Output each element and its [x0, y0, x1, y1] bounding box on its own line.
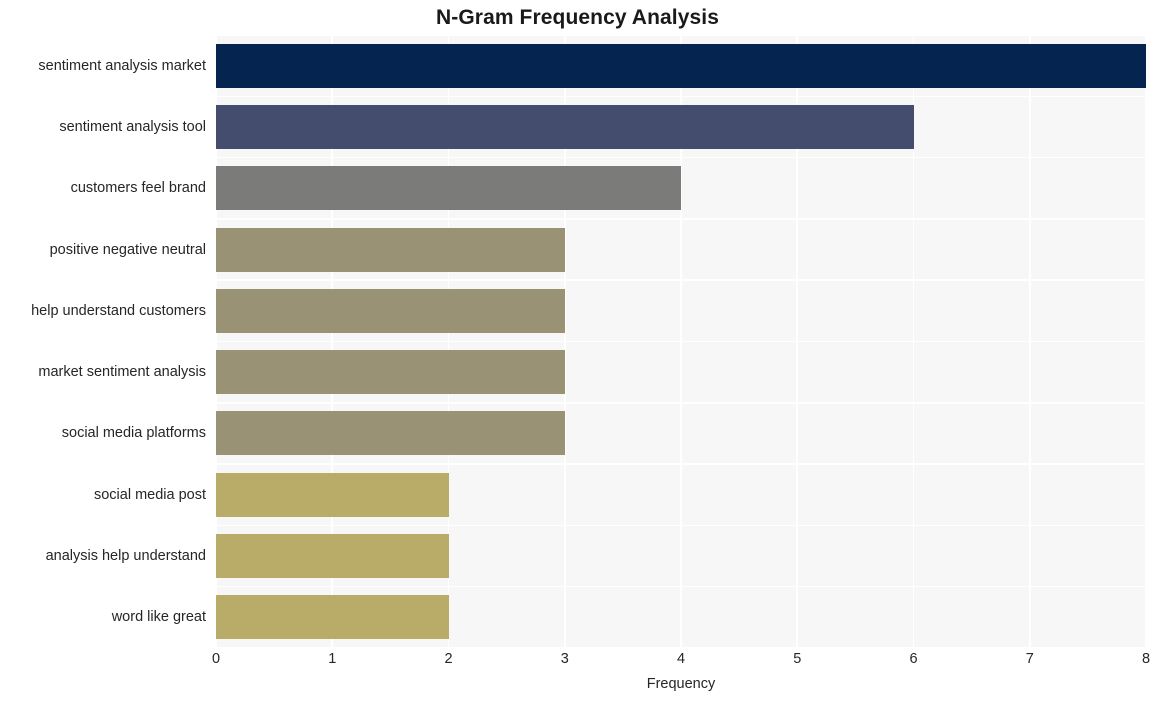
y-axis-tick-label: positive negative neutral	[49, 241, 206, 258]
bar	[216, 411, 565, 456]
bars-layer	[216, 35, 1146, 648]
x-axis-tick-label: 7	[1025, 651, 1034, 667]
y-axis-tick-label: social media post	[93, 486, 206, 503]
bar	[216, 227, 565, 272]
bar	[216, 534, 449, 579]
bar	[216, 595, 449, 640]
x-axis-tick-label: 0	[211, 651, 221, 667]
y-axis-tick-label: help understand customers	[31, 302, 206, 319]
ngram-frequency-chart: N-Gram Frequency Analysis sentiment anal…	[0, 0, 1155, 701]
x-axis-tick-label: 2	[444, 651, 453, 667]
y-axis-tick-label: sentiment analysis market	[38, 57, 206, 74]
x-axis-title: Frequency	[646, 676, 716, 692]
bar	[216, 350, 565, 395]
bar	[216, 43, 1146, 88]
x-axis-tick-label: 6	[909, 651, 918, 667]
x-axis-tick-label: 1	[328, 651, 337, 667]
x-axis-tick-labels: 0 1 2 3 4 5 6 7 8	[212, 651, 1150, 674]
y-axis-tick-label: analysis help understand	[45, 547, 206, 564]
x-axis-tick-label: 5	[793, 651, 802, 667]
y-axis-tick-label: social media platforms	[61, 425, 206, 442]
y-axis-tick-label: customers feel brand	[70, 180, 206, 196]
chart-title: N-Gram Frequency Analysis	[436, 6, 719, 29]
y-axis-tick-label: word like great	[111, 609, 206, 626]
y-axis-tick-label: market sentiment analysis	[38, 363, 206, 380]
x-axis-tick-label: 8	[1141, 651, 1151, 667]
bar	[216, 288, 565, 333]
x-axis-tick-label: 3	[560, 651, 569, 667]
bar	[216, 104, 914, 149]
bar	[216, 472, 449, 517]
bar	[216, 166, 681, 211]
y-axis-tick-label: sentiment analysis tool	[59, 118, 206, 135]
x-axis-tick-label: 4	[676, 651, 686, 667]
plot-area	[215, 34, 1147, 649]
y-axis-tick-labels: sentiment analysis market sentiment analy…	[0, 35, 206, 648]
